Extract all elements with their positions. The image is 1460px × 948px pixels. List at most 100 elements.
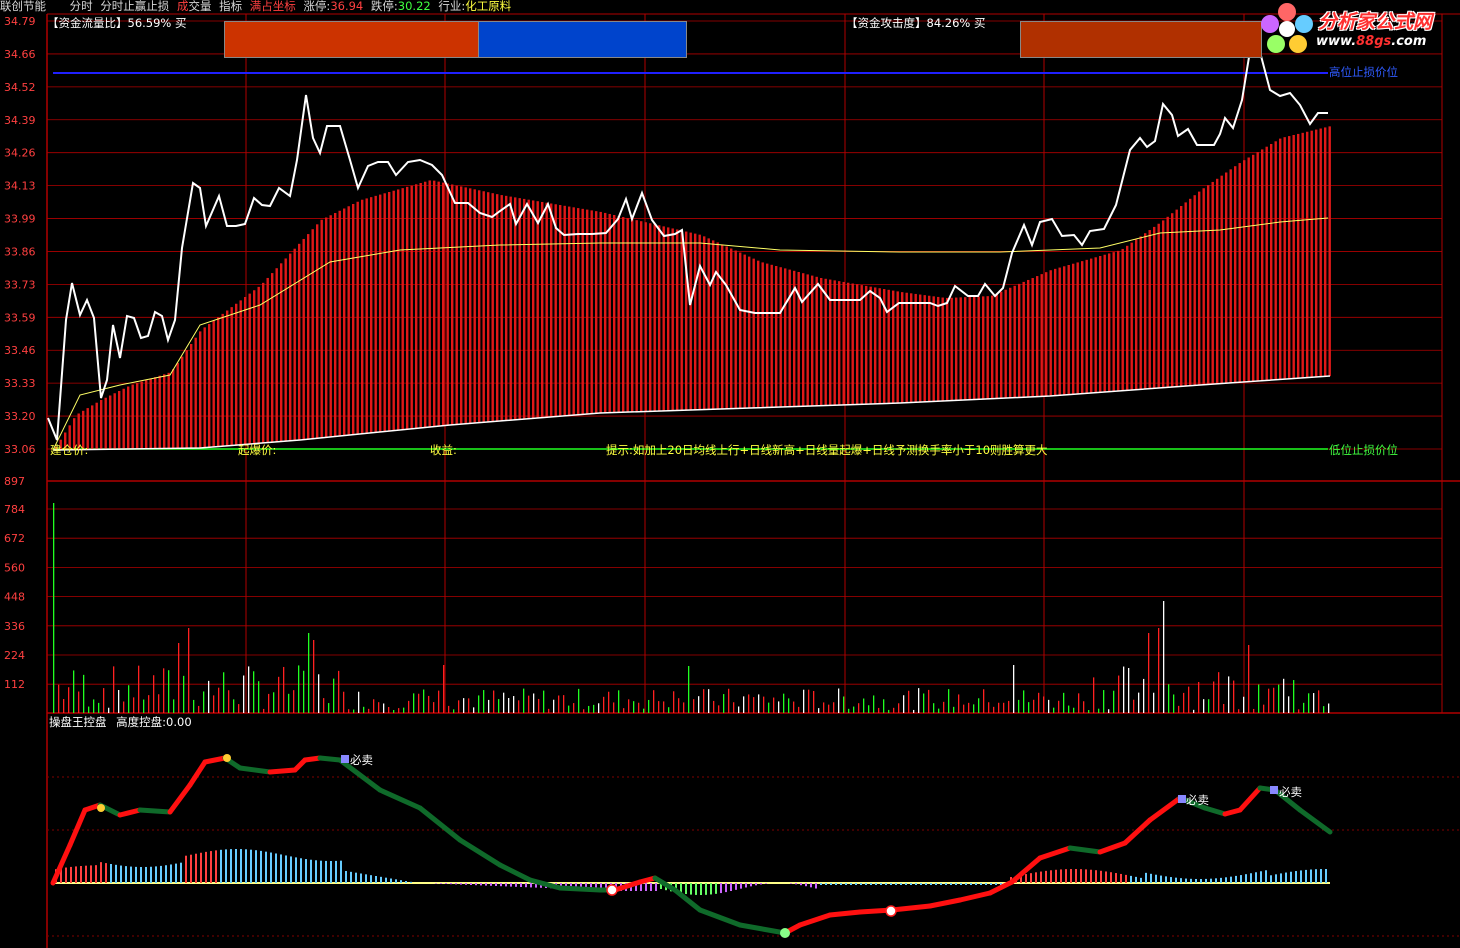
- volume-bar: [778, 701, 780, 713]
- volume-bar: [538, 698, 540, 713]
- fund-bar: [1310, 130, 1313, 378]
- indicator-bar: [705, 883, 707, 895]
- indicator-bar: [760, 883, 762, 885]
- fund-bar: [910, 293, 913, 403]
- volume-bar: [688, 666, 690, 713]
- fund-bar: [1130, 242, 1133, 391]
- fund-bar: [1139, 236, 1142, 390]
- volume-bar: [503, 692, 505, 713]
- fund-bar: [671, 228, 674, 411]
- volume-bar: [988, 702, 990, 713]
- volume-bar: [243, 675, 245, 713]
- volume-bar: [98, 702, 100, 713]
- fund-bar: [1292, 135, 1295, 379]
- volume-bar: [868, 705, 870, 713]
- fund-bar: [748, 256, 751, 409]
- volume-bar: [188, 628, 190, 713]
- control-band-segment: [797, 912, 833, 928]
- volume-bar: [803, 689, 805, 713]
- fund-bar: [743, 254, 746, 409]
- fund-bar: [914, 293, 917, 403]
- indicator-bar: [285, 855, 287, 883]
- indicator-bar: [335, 860, 337, 883]
- volume-bar: [543, 690, 545, 713]
- fund-bar: [91, 405, 94, 450]
- fund-bar: [901, 292, 904, 403]
- indicator-bar: [520, 883, 522, 887]
- fund-bar: [1301, 132, 1304, 378]
- fund-bar: [325, 217, 328, 438]
- indicator-bar: [465, 883, 467, 885]
- volume-bar: [208, 680, 210, 713]
- volume-bar: [523, 688, 525, 713]
- indicator-bar: [95, 865, 97, 883]
- indicator-name[interactable]: 操盘王控盘: [49, 715, 107, 729]
- fund-bar: [694, 233, 697, 410]
- volume-bar: [1138, 692, 1140, 713]
- fund-bar: [752, 258, 755, 408]
- fund-bar: [703, 236, 706, 410]
- volume-bar: [1313, 693, 1315, 713]
- indicator-bar: [1230, 876, 1232, 883]
- volume-bar: [958, 694, 960, 713]
- volume-bar: [718, 705, 720, 713]
- fund-bar: [721, 244, 724, 409]
- volume-bar: [753, 697, 755, 713]
- control-band-segment: [957, 890, 993, 903]
- fund-bar: [257, 286, 260, 444]
- fund-bar: [707, 238, 710, 410]
- indicator-bar: [810, 883, 812, 888]
- indicator-bar: [75, 866, 77, 883]
- fund-bar: [118, 391, 121, 450]
- volume-bar: [273, 692, 275, 713]
- indicator-bar: [880, 883, 882, 885]
- flower-logo-icon: [1261, 3, 1313, 53]
- indicator-bar: [70, 866, 72, 883]
- fund-bar: [491, 193, 494, 422]
- fund-bar: [208, 324, 211, 448]
- indicator-bar: [260, 850, 262, 883]
- volume-bar: [933, 703, 935, 713]
- indicator-bar: [950, 883, 952, 885]
- volume-bar: [393, 709, 395, 713]
- indicator-bar: [645, 883, 647, 891]
- fund-bar: [622, 217, 625, 413]
- fund-bar: [203, 327, 206, 448]
- volume-bar: [998, 702, 1000, 713]
- volume-bar: [948, 689, 950, 713]
- volume-bar: [1218, 672, 1220, 713]
- fund-bar: [442, 182, 445, 426]
- fund-bar: [905, 292, 908, 403]
- indicator-bar: [435, 883, 437, 884]
- fund-bar: [734, 250, 737, 409]
- indicator-bar: [1035, 872, 1037, 883]
- fund-bar: [1031, 278, 1034, 397]
- volume-bar: [498, 699, 500, 713]
- runner-icon-1: [97, 804, 105, 812]
- fund-bar: [1261, 149, 1264, 381]
- fund-bar: [185, 350, 188, 449]
- control-band-segment: [317, 755, 343, 763]
- fund-bar: [505, 195, 508, 421]
- chart-canvas[interactable]: 34.79 34.66 34.52 34.39 34.26 34.13 33.99 33.86…: [0, 0, 1460, 948]
- volume-bar: [918, 688, 920, 713]
- fund-bar: [500, 195, 503, 421]
- volume-bar: [1328, 703, 1330, 713]
- volume-bar: [93, 699, 95, 713]
- volume-bar: [1053, 707, 1055, 713]
- volume-bar: [178, 643, 180, 713]
- control-band-segment: [137, 807, 173, 815]
- control-band-segment: [267, 767, 298, 775]
- fund-bar: [626, 218, 629, 413]
- fund-bar: [1175, 209, 1178, 387]
- indicator-bar: [1080, 869, 1082, 883]
- fund-bar: [329, 215, 332, 438]
- indicator-bar: [895, 883, 897, 885]
- fund-bar: [559, 205, 562, 417]
- volume-bar: [213, 695, 215, 713]
- volume-bar: [183, 675, 185, 713]
- indicator-bar: [1110, 872, 1112, 883]
- fund-bar: [1004, 289, 1007, 399]
- indicator-bar: [185, 855, 187, 883]
- volume-bar: [268, 693, 270, 713]
